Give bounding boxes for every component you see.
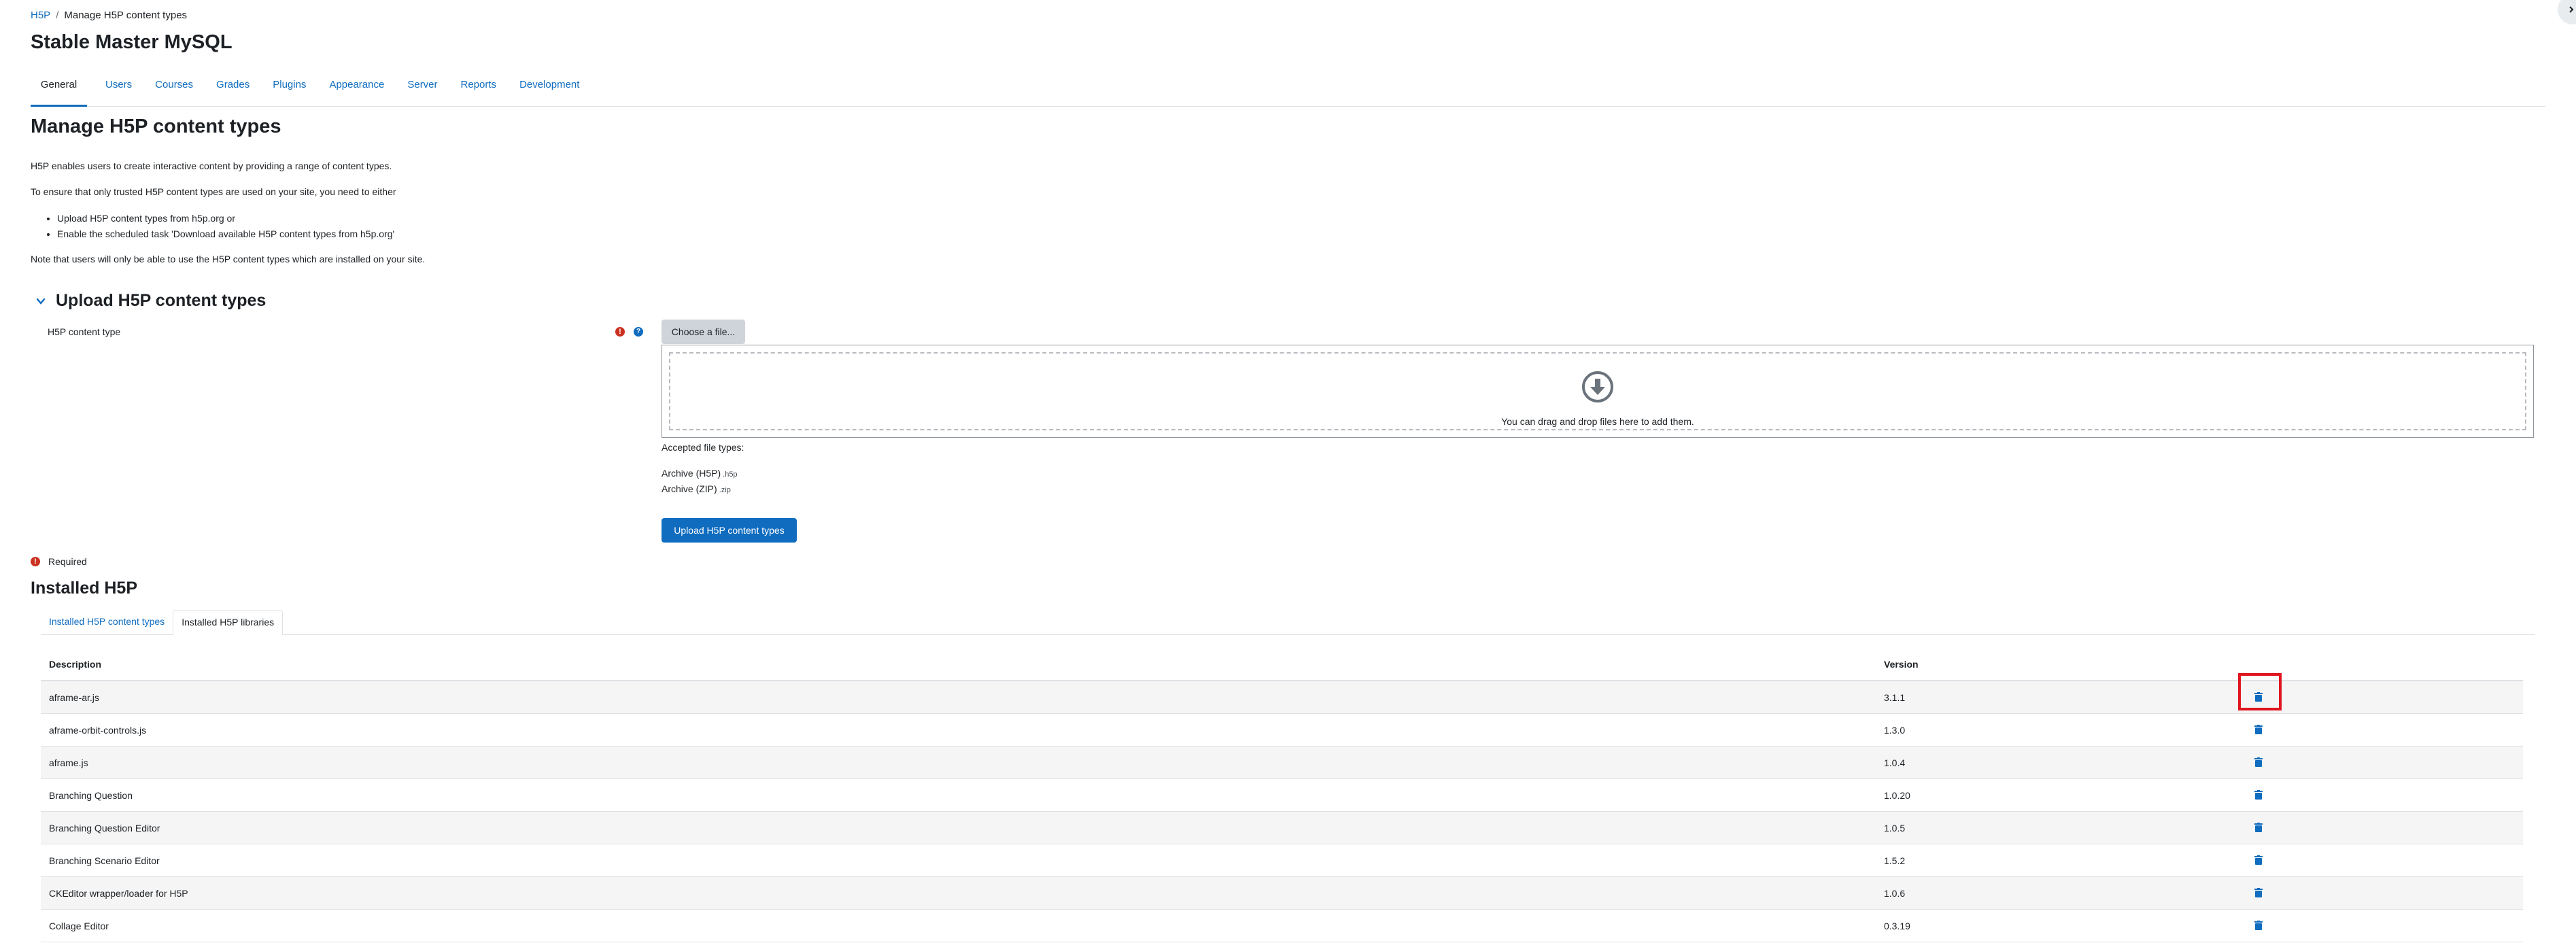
- upload-content-types-button[interactable]: Upload H5P content types: [662, 518, 797, 543]
- required-note-text: Required: [48, 556, 87, 567]
- list-item: Enable the scheduled task 'Download avai…: [57, 226, 394, 242]
- library-description: aframe-ar.js: [49, 692, 99, 703]
- file-type-h5p: Archive (H5P) .h5p: [662, 468, 738, 479]
- tab-server[interactable]: Server: [407, 71, 437, 105]
- choose-file-button[interactable]: Choose a file...: [662, 320, 745, 344]
- file-type-name: Archive (H5P): [662, 468, 721, 479]
- breadcrumb-separator: /: [56, 10, 59, 21]
- table-header: Description Version: [41, 648, 2523, 681]
- delete-library-button[interactable]: [2251, 918, 2266, 933]
- delete-library-button[interactable]: [2251, 722, 2266, 737]
- download-arrow-icon: [1582, 371, 1613, 402]
- tab-installed-content-types[interactable]: Installed H5P content types: [41, 610, 173, 634]
- column-header-version: Version: [1884, 659, 1919, 670]
- table-row: aframe-ar.js 3.1.1: [41, 681, 2523, 714]
- table-row: Collage Editor 0.3.19: [41, 910, 2523, 942]
- page-title: Manage H5P content types: [31, 116, 281, 137]
- tab-plugins[interactable]: Plugins: [273, 71, 306, 105]
- page: H5P / Manage H5P content types Stable Ma…: [0, 0, 2576, 943]
- tab-installed-libraries[interactable]: Installed H5P libraries: [173, 610, 284, 635]
- tab-users[interactable]: Users: [105, 71, 132, 105]
- delete-library-button[interactable]: [2251, 853, 2266, 868]
- table-row: Branching Scenario Editor 1.5.2: [41, 844, 2523, 877]
- tab-courses[interactable]: Courses: [155, 71, 193, 105]
- tab-reports[interactable]: Reports: [461, 71, 497, 105]
- library-description: Branching Question Editor: [49, 823, 160, 834]
- intro-text: H5P enables users to create interactive …: [31, 160, 392, 171]
- table-row: aframe-orbit-controls.js 1.3.0: [41, 714, 2523, 747]
- table-row: Branching Question 1.0.20: [41, 779, 2523, 812]
- trash-icon: [2254, 823, 2263, 832]
- libraries-table: Description Version aframe-ar.js 3.1.1 a…: [41, 648, 2523, 942]
- library-version: 1.0.5: [1884, 823, 1906, 834]
- library-version: 1.3.0: [1884, 725, 1906, 736]
- table-row: aframe.js 1.0.4: [41, 747, 2523, 779]
- installed-h5p-title: Installed H5P: [31, 579, 137, 598]
- required-icon: !: [31, 557, 40, 566]
- file-type-ext: .zip: [719, 486, 731, 494]
- trash-icon: [2254, 855, 2263, 865]
- dropzone-text: You can drag and drop files here to add …: [1501, 416, 1694, 427]
- required-note: ! Required: [31, 556, 87, 567]
- delete-library-button[interactable]: [2251, 689, 2266, 704]
- table-body: aframe-ar.js 3.1.1 aframe-orbit-controls…: [41, 681, 2523, 942]
- site-title: Stable Master MySQL: [31, 31, 233, 53]
- trash-icon: [2254, 725, 2263, 734]
- list-item: Upload H5P content types from h5p.org or: [57, 211, 394, 226]
- breadcrumb-h5p-link[interactable]: H5P: [31, 10, 50, 21]
- library-version: 3.1.1: [1884, 692, 1906, 703]
- library-version: 1.5.2: [1884, 855, 1906, 866]
- dropzone-area: You can drag and drop files here to add …: [669, 352, 2526, 430]
- help-icon[interactable]: ?: [634, 327, 643, 337]
- file-type-ext: .h5p: [723, 470, 738, 479]
- table-row: Branching Question Editor 1.0.5: [41, 812, 2523, 844]
- trash-icon: [2254, 921, 2263, 930]
- chevron-down-icon: [36, 298, 46, 305]
- upload-section-toggle[interactable]: Upload H5P content types: [34, 291, 266, 311]
- library-version: 1.0.6: [1884, 888, 1906, 899]
- file-type-zip: Archive (ZIP) .zip: [662, 483, 731, 494]
- h5p-content-type-label: H5P content type: [48, 326, 121, 337]
- trash-icon: [2254, 790, 2263, 800]
- drawer-toggle-button[interactable]: [2558, 0, 2576, 24]
- library-description: Branching Question: [49, 790, 133, 801]
- instructions-list: Upload H5P content types from h5p.org or…: [42, 211, 394, 242]
- library-description: CKEditor wrapper/loader for H5P: [49, 888, 188, 899]
- trash-icon: [2254, 757, 2263, 767]
- library-description: aframe-orbit-controls.js: [49, 725, 147, 736]
- required-icon: !: [615, 327, 625, 337]
- delete-library-button[interactable]: [2251, 755, 2266, 770]
- library-version: 1.0.20: [1884, 790, 1910, 801]
- tab-grades[interactable]: Grades: [216, 71, 250, 105]
- file-type-name: Archive (ZIP): [662, 483, 717, 494]
- upload-section-title: Upload H5P content types: [56, 291, 267, 310]
- library-version: 1.0.4: [1884, 757, 1906, 768]
- trash-icon: [2254, 888, 2263, 897]
- table-row: CKEditor wrapper/loader for H5P 1.0.6: [41, 877, 2523, 910]
- ensure-text: To ensure that only trusted H5P content …: [31, 186, 396, 197]
- primary-navigation: General Users Courses Grades Plugins App…: [31, 71, 2545, 107]
- breadcrumb: H5P / Manage H5P content types: [31, 10, 187, 21]
- note-text: Note that users will only be able to use…: [31, 254, 426, 264]
- breadcrumb-current: Manage H5P content types: [64, 10, 188, 21]
- library-description: Branching Scenario Editor: [49, 855, 160, 866]
- tab-development[interactable]: Development: [519, 71, 579, 105]
- column-header-description: Description: [49, 659, 102, 670]
- chevron-right-icon: [2569, 6, 2574, 13]
- accepted-file-types-label: Accepted file types:: [662, 442, 744, 453]
- delete-library-button[interactable]: [2251, 885, 2266, 900]
- library-description: Collage Editor: [49, 921, 109, 931]
- delete-library-button[interactable]: [2251, 787, 2266, 802]
- delete-library-button[interactable]: [2251, 820, 2266, 835]
- library-version: 0.3.19: [1884, 921, 1910, 931]
- trash-icon: [2254, 692, 2263, 702]
- file-dropzone[interactable]: You can drag and drop files here to add …: [662, 345, 2534, 438]
- installed-tabs: Installed H5P content types Installed H5…: [41, 610, 2535, 635]
- library-description: aframe.js: [49, 757, 88, 768]
- tab-general[interactable]: General: [31, 71, 87, 107]
- tab-appearance[interactable]: Appearance: [329, 71, 384, 105]
